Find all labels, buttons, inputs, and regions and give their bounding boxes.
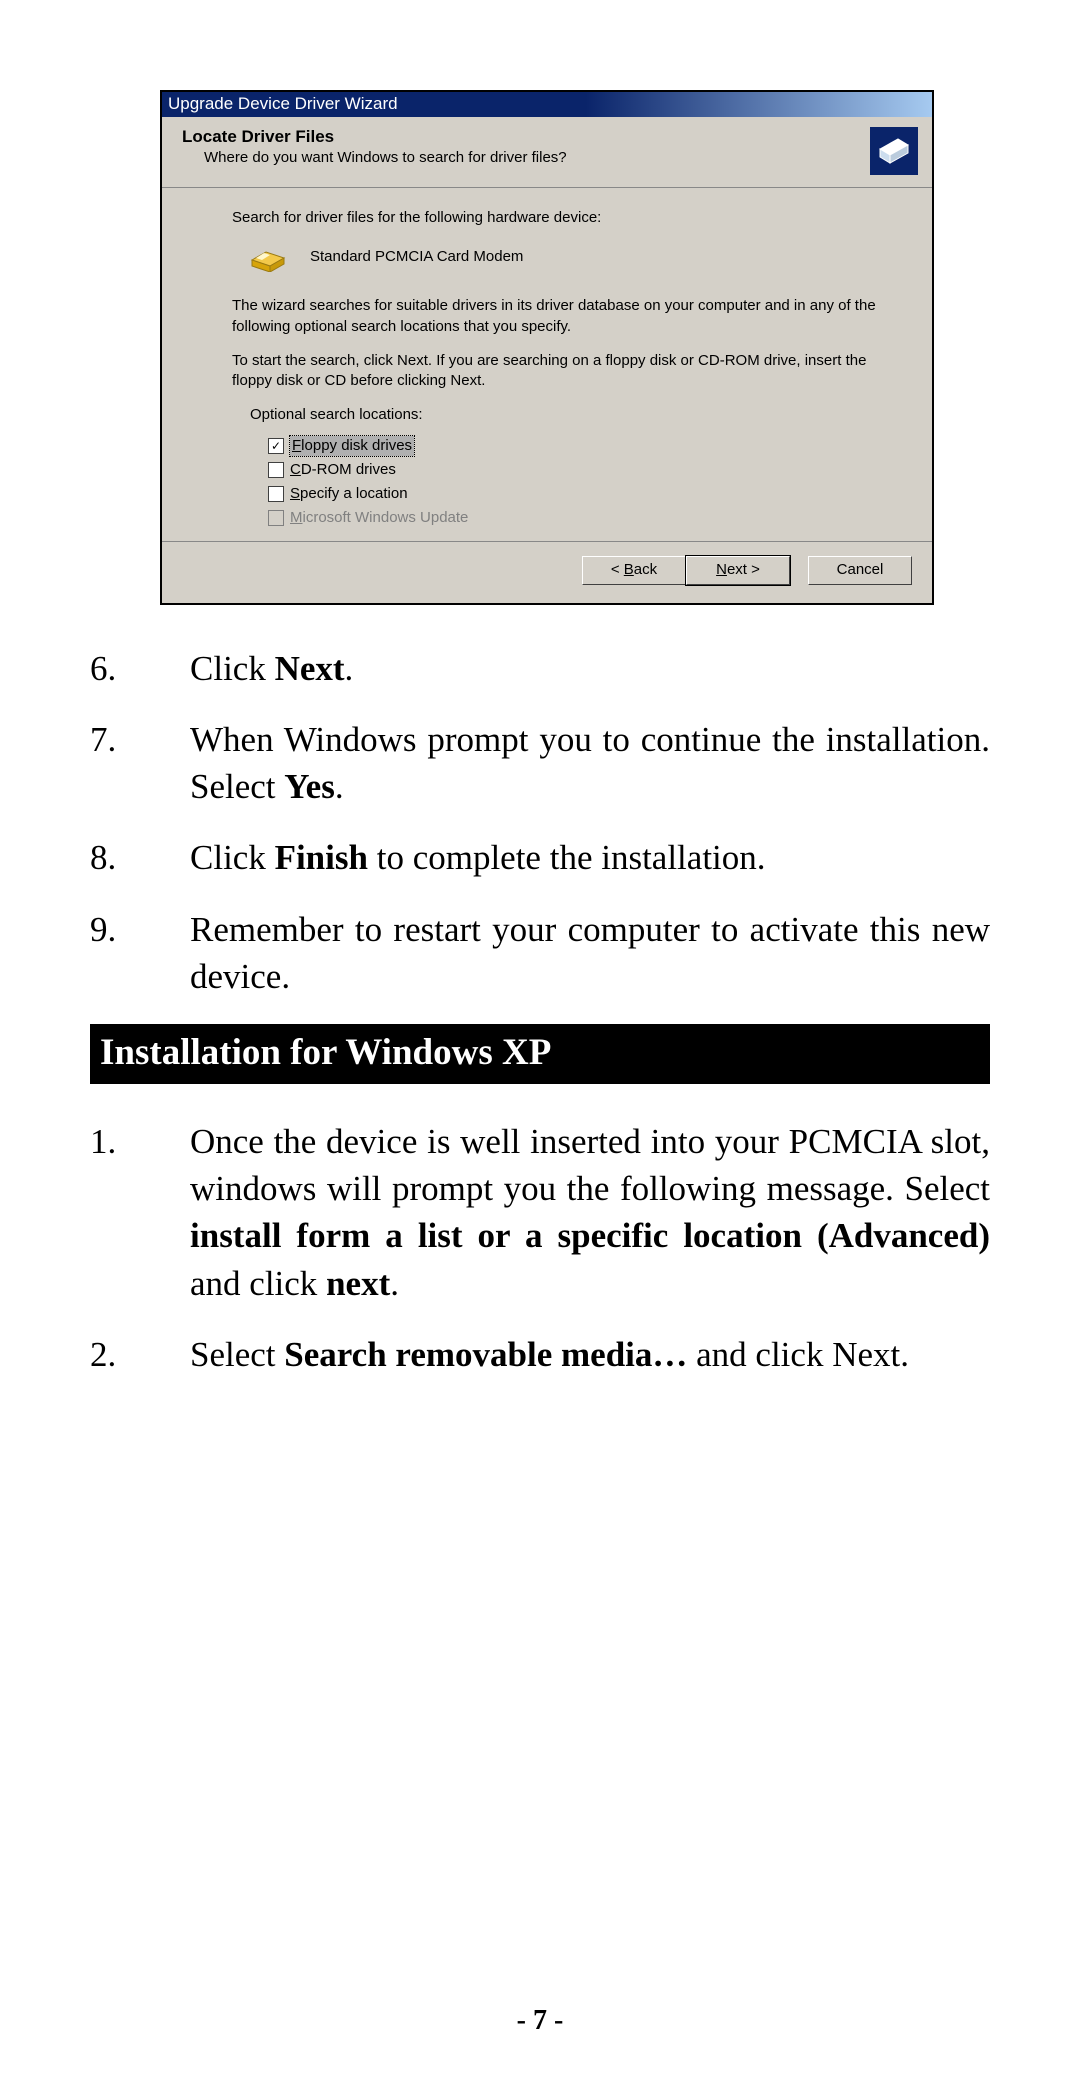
list-item-number: 7. <box>90 716 190 811</box>
option-label: Floppy disk drives <box>290 436 414 456</box>
checkbox[interactable] <box>268 486 284 502</box>
list-item: 9.Remember to restart your computer to a… <box>90 906 990 1001</box>
list-item: 7.When Windows prompt you to continue th… <box>90 716 990 811</box>
list-item-text: Select Search removable media… and click… <box>190 1331 990 1378</box>
option-label: Microsoft Windows Update <box>290 508 468 528</box>
option-microsoft-windows-update: Microsoft Windows Update <box>268 506 902 530</box>
modem-icon <box>250 242 286 272</box>
wizard-window: Upgrade Device Driver Wizard Locate Driv… <box>160 90 934 605</box>
document-page: Upgrade Device Driver Wizard Locate Driv… <box>0 0 1080 2097</box>
next-button[interactable]: Next > <box>686 556 790 585</box>
list-item-text: Click Finish to complete the installatio… <box>190 834 990 881</box>
back-button[interactable]: < Back <box>582 556 686 585</box>
list-item-text: Click Next. <box>190 645 990 692</box>
instruction-list-a: 6.Click Next.7.When Windows prompt you t… <box>90 645 990 1001</box>
list-item-number: 1. <box>90 1118 190 1307</box>
wizard-header-title: Locate Driver Files <box>182 127 870 147</box>
wizard-body: Search for driver files for the followin… <box>162 188 932 541</box>
document-body: 6.Click Next.7.When Windows prompt you t… <box>90 645 990 1379</box>
option-floppy-disk-drives[interactable]: ✓ Floppy disk drives <box>268 434 902 458</box>
wizard-screenshot: Upgrade Device Driver Wizard Locate Driv… <box>160 90 990 605</box>
checkbox[interactable]: ✓ <box>268 438 284 454</box>
wizard-header: Locate Driver Files Where do you want Wi… <box>162 117 932 188</box>
list-item-number: 6. <box>90 645 190 692</box>
wizard-header-icon <box>870 127 918 175</box>
list-item-number: 9. <box>90 906 190 1001</box>
list-item: 6.Click Next. <box>90 645 990 692</box>
list-item: 1.Once the device is well inserted into … <box>90 1118 990 1307</box>
cancel-button[interactable]: Cancel <box>808 556 912 585</box>
wizard-button-row: < Back Next > Cancel <box>162 541 932 603</box>
section-heading: Installation for Windows XP <box>90 1024 990 1084</box>
list-item-text: Remember to restart your computer to act… <box>190 906 990 1001</box>
option-label: Specify a location <box>290 484 408 504</box>
list-item: 8.Click Finish to complete the installat… <box>90 834 990 881</box>
device-name: Standard PCMCIA Card Modem <box>310 247 523 267</box>
body-para1: The wizard searches for suitable drivers… <box>232 296 902 337</box>
list-item-number: 2. <box>90 1331 190 1378</box>
list-item-text: When Windows prompt you to continue the … <box>190 716 990 811</box>
option-cd-rom-drives[interactable]: CD-ROM drives <box>268 458 902 482</box>
instruction-list-b: 1.Once the device is well inserted into … <box>90 1118 990 1378</box>
device-row: Standard PCMCIA Card Modem <box>250 242 902 272</box>
wizard-header-subtitle: Where do you want Windows to search for … <box>204 149 870 166</box>
option-specify-a-location[interactable]: Specify a location <box>268 482 902 506</box>
optional-locations-label: Optional search locations: <box>250 405 902 425</box>
wizard-titlebar: Upgrade Device Driver Wizard <box>162 92 932 117</box>
list-item: 2.Select Search removable media… and cli… <box>90 1331 990 1378</box>
checkbox <box>268 510 284 526</box>
device-icon <box>876 133 912 169</box>
list-item-text: Once the device is well inserted into yo… <box>190 1118 990 1307</box>
page-number: - 7 - <box>0 2005 1080 2037</box>
list-item-number: 8. <box>90 834 190 881</box>
body-para2: To start the search, click Next. If you … <box>232 351 902 392</box>
body-search-for: Search for driver files for the followin… <box>232 208 902 228</box>
option-label: CD-ROM drives <box>290 460 396 480</box>
checkbox[interactable] <box>268 462 284 478</box>
optional-locations-list: ✓ Floppy disk drives CD-ROM drives Specify … <box>268 434 902 531</box>
